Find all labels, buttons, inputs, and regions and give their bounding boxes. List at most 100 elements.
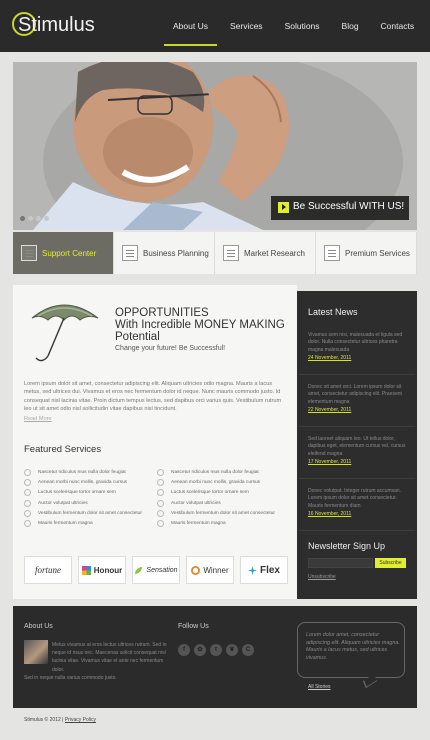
list-item: Mauris fermentum magna: [157, 518, 275, 528]
list-item: Auctor volutpat ultricies: [157, 498, 275, 508]
divider: [299, 478, 415, 479]
slider-dot[interactable]: [36, 216, 41, 221]
news-text: Sed laoreet aliquam leo. Ut tellus dolor…: [308, 436, 406, 457]
tab-label: Premium Services: [345, 248, 410, 258]
nav-solutions[interactable]: Solutions: [274, 0, 331, 52]
tab-label: Business Planning: [143, 248, 209, 258]
all-stories-link[interactable]: All Stories: [308, 684, 331, 690]
tab-business-planning[interactable]: Business Planning: [114, 232, 215, 274]
partner-logo-fortune[interactable]: fortune: [24, 556, 72, 584]
umbrella-money-image: [31, 304, 99, 362]
slide-caption[interactable]: Be Successful WITH US!: [271, 196, 409, 220]
featured-list-left: Nascetur ridiculus mus nulla dolor feugi…: [24, 467, 142, 529]
partner-name: fortune: [35, 565, 61, 575]
news-text: Vivamus sem nisi, malesuada et ligula se…: [308, 332, 403, 353]
chat-icon: [21, 245, 37, 261]
partner-name: Winner: [203, 565, 229, 575]
twitter-icon[interactable]: t: [210, 644, 222, 656]
list-item: Vestibulum fermentum dolor sit amet cons…: [24, 508, 142, 518]
footer-about-text: Sed in neque nulla varius commodo justo.: [24, 675, 117, 681]
main-nav: About Us Services Solutions Blog Contact…: [162, 0, 425, 52]
list-icon: [324, 245, 340, 261]
feature-tabs: Support Center Business Planning Market …: [13, 232, 417, 274]
intro-title-line: OPPORTUNITIES: [115, 307, 209, 319]
newsletter-email-input[interactable]: [308, 558, 373, 568]
partner-logos: fortune Honour Sensation Winner Flex: [24, 556, 288, 584]
news-text: Donec volutpat. Integer rutrum accumsan.…: [308, 488, 402, 509]
copyright-text: Stimulus © 2012 |: [24, 717, 64, 723]
skype-icon[interactable]: C: [242, 644, 254, 656]
briefcase-icon: [122, 245, 138, 261]
list-item: Mauris fermentum magna: [24, 518, 142, 528]
document-icon: [223, 245, 239, 261]
tab-premium-services[interactable]: Premium Services: [316, 232, 417, 274]
news-text: Donec sit amet orci. Lorem ipsum dolor s…: [308, 384, 402, 405]
newsletter-heading: Newsletter Sign Up: [308, 541, 386, 551]
news-date-link[interactable]: 16 November, 2011: [308, 511, 408, 517]
partner-name: Honour: [93, 565, 123, 575]
list-item: Luctus scelerisque tortor ornare sem: [24, 488, 142, 498]
list-item: Nascetur ridiculus mus nulla dolor feugi…: [157, 467, 275, 477]
intro-title-line: Potential: [115, 331, 160, 343]
slide-caption-text: Be Successful WITH US!: [293, 201, 405, 212]
news-date-link[interactable]: 17 November, 2011: [308, 459, 408, 465]
divider: [299, 530, 415, 531]
privacy-policy-link[interactable]: Privacy Policy: [65, 717, 96, 723]
nav-about-us[interactable]: About Us: [162, 0, 219, 52]
tab-label: Support Center: [42, 248, 97, 258]
featured-services-heading: Featured Services: [24, 444, 102, 455]
facebook-icon[interactable]: f: [178, 644, 190, 656]
winner-ring-icon: [191, 565, 201, 575]
subscribe-button[interactable]: Subscribe: [375, 558, 406, 568]
list-item: Aenean morbi nunc mollis, gravida cursus: [157, 477, 275, 487]
list-item: Aenean morbi nunc mollis, gravida cursus: [24, 477, 142, 487]
list-item: Nascetur ridiculus mus nulla dolor feugi…: [24, 467, 142, 477]
leaf-icon: [135, 566, 143, 574]
news-date-link[interactable]: 24 November, 2011: [308, 355, 408, 361]
copyright: Stimulus © 2012 | Privacy Policy: [24, 717, 96, 723]
nav-contacts[interactable]: Contacts: [370, 0, 426, 52]
logo[interactable]: Stimulus: [12, 12, 95, 37]
footer-about-text: Metus vivamus at eros lectus ultrices ru…: [52, 642, 167, 673]
intro-title: OPPORTUNITIES With Incredible MONEY MAKI…: [115, 307, 295, 343]
slider-dot[interactable]: [20, 216, 25, 221]
news-item: Vivamus sem nisi, malesuada et ligula se…: [308, 332, 408, 361]
slider-dot[interactable]: [44, 216, 49, 221]
list-item: Luctus scelerisque tortor ornare sem: [157, 488, 275, 498]
news-item: Donec sit amet orci. Lorem ipsum dolor s…: [308, 384, 408, 413]
slider-dot[interactable]: [28, 216, 33, 221]
social-links: f ✿ t ❦ C: [178, 644, 254, 656]
partner-name: Sensation: [146, 566, 178, 574]
intro-body: Lorem ipsum dolor sit amet, consectetur …: [24, 381, 282, 413]
tab-market-research[interactable]: Market Research: [215, 232, 316, 274]
featured-list-right: Nascetur ridiculus mus nulla dolor feugi…: [157, 467, 275, 529]
partner-name: Flex: [259, 564, 280, 576]
partner-logo-flex[interactable]: Flex: [240, 556, 288, 584]
news-date-link[interactable]: 22 November, 2011: [308, 407, 408, 413]
rss-icon[interactable]: ❦: [226, 644, 238, 656]
follow-us-heading: Follow Us: [178, 623, 209, 630]
divider: [299, 374, 415, 375]
flickr-icon[interactable]: ✿: [194, 644, 206, 656]
latest-news-heading: Latest News: [308, 307, 358, 317]
intro-title-line: With Incredible MONEY MAKING: [115, 319, 285, 331]
divider: [299, 426, 415, 427]
tab-label: Market Research: [244, 248, 305, 258]
footer-about-heading: About Us: [24, 623, 53, 630]
slider-dots: [20, 216, 49, 221]
honour-mark-icon: [81, 565, 91, 575]
partner-logo-winner[interactable]: Winner: [186, 556, 234, 584]
tab-support-center[interactable]: Support Center: [13, 232, 114, 274]
arrow-right-icon: [278, 202, 289, 213]
partner-logo-honour[interactable]: Honour: [78, 556, 126, 584]
intro-subtitle: Change your future! Be Successful!: [115, 345, 226, 352]
testimonial-quote: Lorem dolor amet, consectetur adipiscing…: [306, 632, 400, 661]
partner-logo-sensation[interactable]: Sensation: [132, 556, 180, 584]
news-item: Donec volutpat. Integer rutrum accumsan.…: [308, 488, 408, 517]
nav-services[interactable]: Services: [219, 0, 274, 52]
news-item: Sed laoreet aliquam leo. Ut tellus dolor…: [308, 436, 408, 465]
nav-blog[interactable]: Blog: [331, 0, 370, 52]
unsubscribe-link[interactable]: Unsubscribe: [308, 574, 336, 580]
list-item: Vestibulum fermentum dolor sit amet cons…: [157, 508, 275, 518]
read-more-link[interactable]: Read More: [24, 416, 52, 422]
